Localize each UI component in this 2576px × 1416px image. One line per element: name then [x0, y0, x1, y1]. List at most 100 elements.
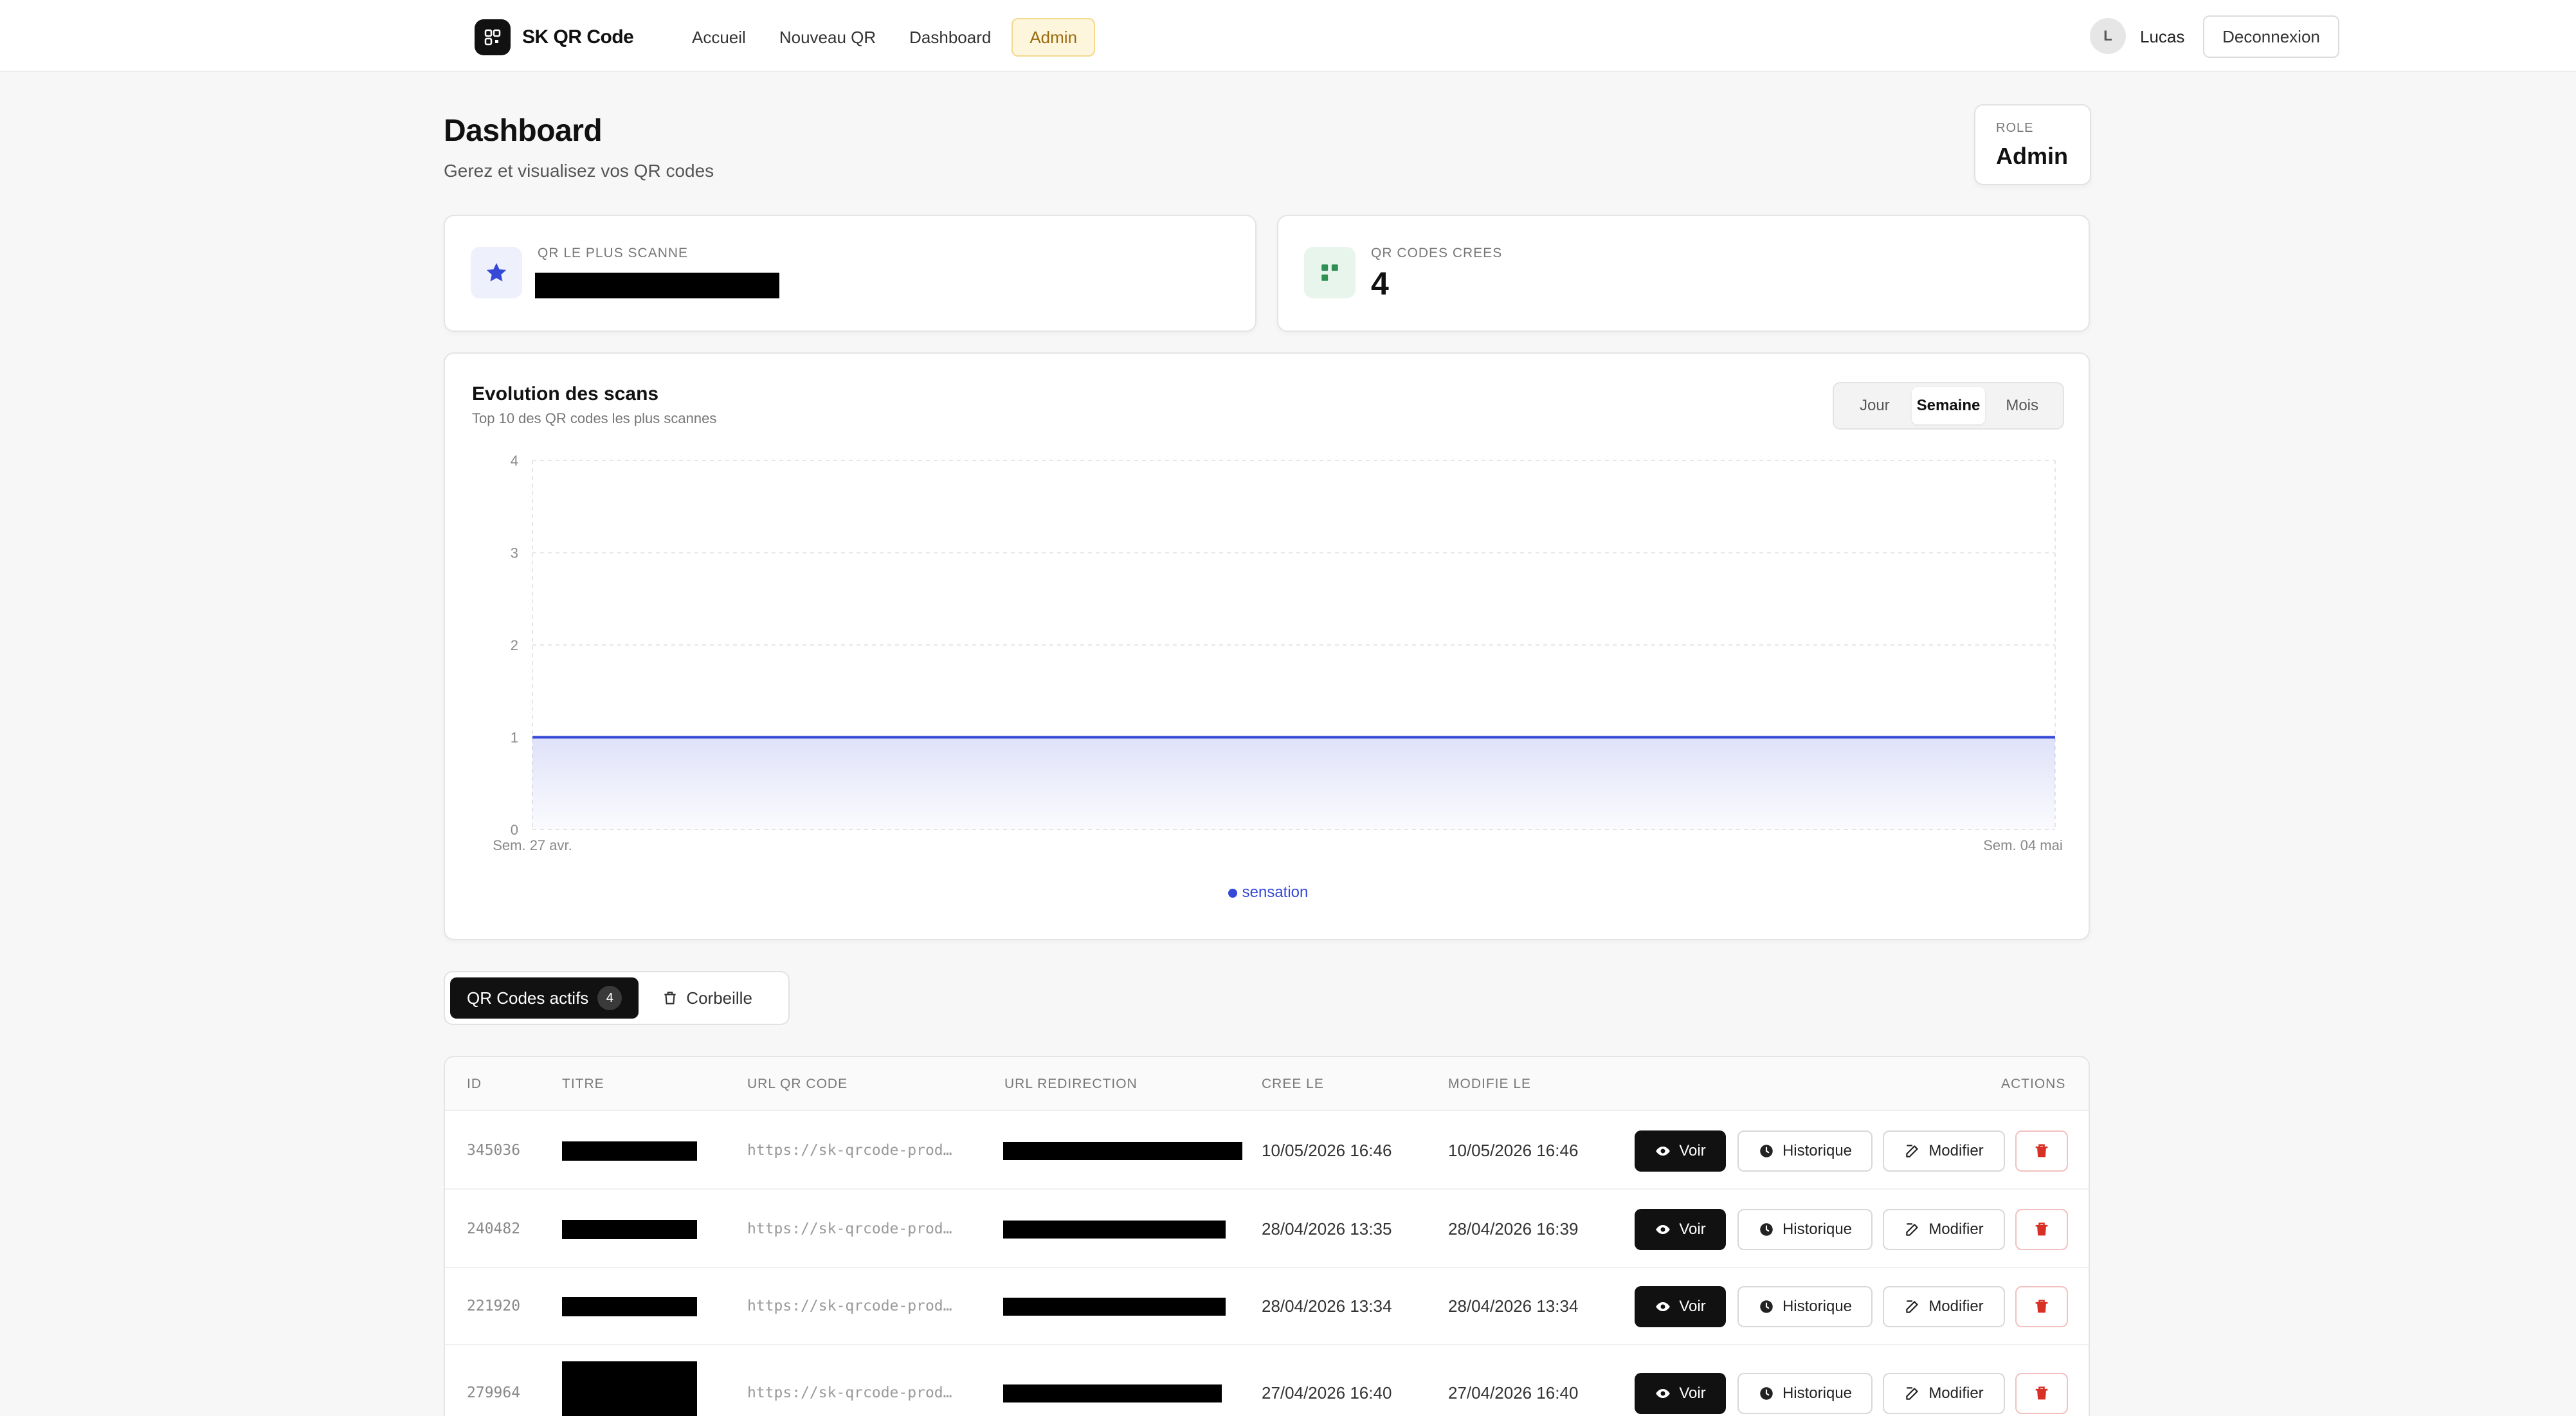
- cell-created: 10/05/2026 16:46: [1262, 1141, 1392, 1160]
- y-tick-label: 4: [511, 453, 518, 469]
- cell-redirect-redacted[interactable]: [1003, 1221, 1226, 1239]
- th-titre: TITRE: [562, 1076, 604, 1091]
- top-navbar: SK QR Code Accueil Nouveau QR Dashboard …: [0, 0, 2576, 72]
- edit-icon: [1906, 1387, 1918, 1400]
- trash-icon: [2035, 1144, 2048, 1157]
- eye-icon: [1656, 1302, 1671, 1312]
- cell-redirect-redacted[interactable]: [1003, 1142, 1242, 1160]
- redacted-block: [535, 273, 779, 298]
- qr-created-label: QR CODES CREES: [1371, 246, 1503, 260]
- cell-created: 28/04/2026 13:34: [1262, 1296, 1392, 1316]
- th-url-redirect: URL REDIRECTION: [1004, 1076, 1138, 1091]
- tab-trash[interactable]: Corbeille: [645, 977, 769, 1019]
- role-card: ROLE Admin: [1974, 104, 2091, 185]
- history-label: Historique: [1782, 1221, 1853, 1238]
- eye-icon: [1656, 1388, 1671, 1399]
- edit-button[interactable]: Modifier: [1883, 1130, 2005, 1172]
- tab-active-qr[interactable]: QR Codes actifs 4: [450, 977, 639, 1019]
- period-mois-button[interactable]: Mois: [1985, 387, 2059, 424]
- y-tick-label: 3: [511, 545, 518, 561]
- history-button[interactable]: Historique: [1737, 1286, 1873, 1327]
- view-label: Voir: [1679, 1298, 1706, 1315]
- qr-logo-icon: [475, 19, 511, 55]
- history-button[interactable]: Historique: [1737, 1209, 1873, 1250]
- delete-button[interactable]: [2015, 1286, 2068, 1327]
- period-jour-button[interactable]: Jour: [1838, 387, 1912, 424]
- cell-id: 240482: [467, 1221, 521, 1237]
- cell-created: 28/04/2026 13:35: [1262, 1219, 1392, 1239]
- edit-icon: [1906, 1223, 1918, 1236]
- cell-id: 221920: [467, 1298, 521, 1314]
- qr-tabs: QR Codes actifs 4 Corbeille: [444, 971, 790, 1025]
- history-button[interactable]: Historique: [1737, 1373, 1873, 1414]
- edit-icon: [1906, 1145, 1918, 1157]
- cell-qr-url[interactable]: https://sk-qrcode-prod…: [747, 1298, 952, 1314]
- cell-id: 345036: [467, 1142, 521, 1159]
- delete-button[interactable]: [2015, 1373, 2068, 1414]
- cell-modified: 27/04/2026 16:40: [1448, 1383, 1579, 1402]
- th-modifie-le: MODIFIE LE: [1448, 1076, 1532, 1091]
- role-label: ROLE: [1996, 121, 2034, 135]
- cell-qr-url[interactable]: https://sk-qrcode-prod…: [747, 1221, 952, 1237]
- edit-button[interactable]: Modifier: [1883, 1286, 2005, 1327]
- legend-label: sensation: [1242, 884, 1309, 901]
- edit-label: Modifier: [1928, 1221, 1984, 1238]
- trash-icon: [2035, 1300, 2048, 1313]
- brand[interactable]: SK QR Code: [475, 19, 634, 55]
- view-label: Voir: [1679, 1221, 1706, 1238]
- cell-created: 27/04/2026 16:40: [1262, 1383, 1392, 1402]
- history-label: Historique: [1782, 1384, 1853, 1402]
- star-icon: [471, 247, 522, 298]
- cell-qr-url[interactable]: https://sk-qrcode-prod…: [747, 1142, 952, 1159]
- page-subtitle: Gerez et visualisez vos QR codes: [444, 161, 714, 181]
- view-button[interactable]: Voir: [1635, 1130, 1726, 1172]
- cell-modified: 28/04/2026 16:39: [1448, 1219, 1579, 1239]
- table-row: 345036 https://sk-qrcode-prod… 10/05/2026 …: [445, 1112, 2089, 1190]
- view-button[interactable]: Voir: [1635, 1209, 1726, 1250]
- th-url-qr: URL QR CODE: [747, 1076, 848, 1091]
- grid-icon: [1304, 247, 1356, 298]
- nav-link-dashboard[interactable]: Dashboard: [893, 18, 1008, 57]
- cell-id: 279964: [467, 1384, 521, 1401]
- tab-active-label: QR Codes actifs: [467, 988, 589, 1008]
- logout-button[interactable]: Deconnexion: [2203, 15, 2339, 58]
- nav-link-accueil[interactable]: Accueil: [675, 18, 763, 57]
- brand-name: SK QR Code: [522, 26, 634, 48]
- nav-link-nouveau-qr[interactable]: Nouveau QR: [763, 18, 893, 57]
- nav-link-admin[interactable]: Admin: [1011, 18, 1096, 57]
- edit-button[interactable]: Modifier: [1883, 1373, 2005, 1414]
- nav-links: Accueil Nouveau QR Dashboard Admin: [675, 18, 1096, 57]
- edit-label: Modifier: [1928, 1142, 1984, 1159]
- cell-title-redacted[interactable]: [562, 1297, 697, 1316]
- history-label: Historique: [1782, 1298, 1853, 1315]
- cell-title-redacted[interactable]: [562, 1361, 697, 1416]
- role-value: Admin: [1996, 143, 2068, 169]
- delete-button[interactable]: [2015, 1209, 2068, 1250]
- delete-button[interactable]: [2015, 1130, 2068, 1172]
- eye-icon: [1656, 1224, 1671, 1235]
- cell-qr-url[interactable]: https://sk-qrcode-prod…: [747, 1384, 952, 1401]
- y-tick-label: 0: [511, 822, 518, 838]
- edit-button[interactable]: Modifier: [1883, 1209, 2005, 1250]
- cell-title-redacted[interactable]: [562, 1220, 697, 1239]
- table-row: 221920 https://sk-qrcode-prod… 28/04/2026 …: [445, 1268, 2089, 1345]
- history-button[interactable]: Historique: [1737, 1130, 1873, 1172]
- qr-created-value: 4: [1371, 266, 1389, 302]
- clock-icon: [1760, 1387, 1773, 1400]
- th-id: ID: [467, 1076, 482, 1091]
- edit-label: Modifier: [1928, 1298, 1984, 1315]
- period-semaine-button[interactable]: Semaine: [1911, 387, 1986, 424]
- scans-chart-card: 0 1 2 3 4 Sem. 27 avr. Sem. 04 mai Evolution d…: [444, 352, 2090, 940]
- table-row: 279964 https://sk-qrcode-prod… 27/04/2026 …: [445, 1345, 2089, 1416]
- view-button[interactable]: Voir: [1635, 1373, 1726, 1414]
- view-button[interactable]: Voir: [1635, 1286, 1726, 1327]
- series-area: [532, 737, 2055, 830]
- cell-title-redacted[interactable]: [562, 1141, 697, 1161]
- trash-icon: [2035, 1386, 2048, 1400]
- cell-redirect-redacted[interactable]: [1003, 1384, 1222, 1402]
- cell-redirect-redacted[interactable]: [1003, 1298, 1226, 1316]
- page-title: Dashboard: [444, 114, 603, 148]
- clock-icon: [1760, 1300, 1773, 1313]
- chart-legend[interactable]: sensation: [445, 884, 2091, 902]
- legend-dot-icon: [1228, 888, 1237, 898]
